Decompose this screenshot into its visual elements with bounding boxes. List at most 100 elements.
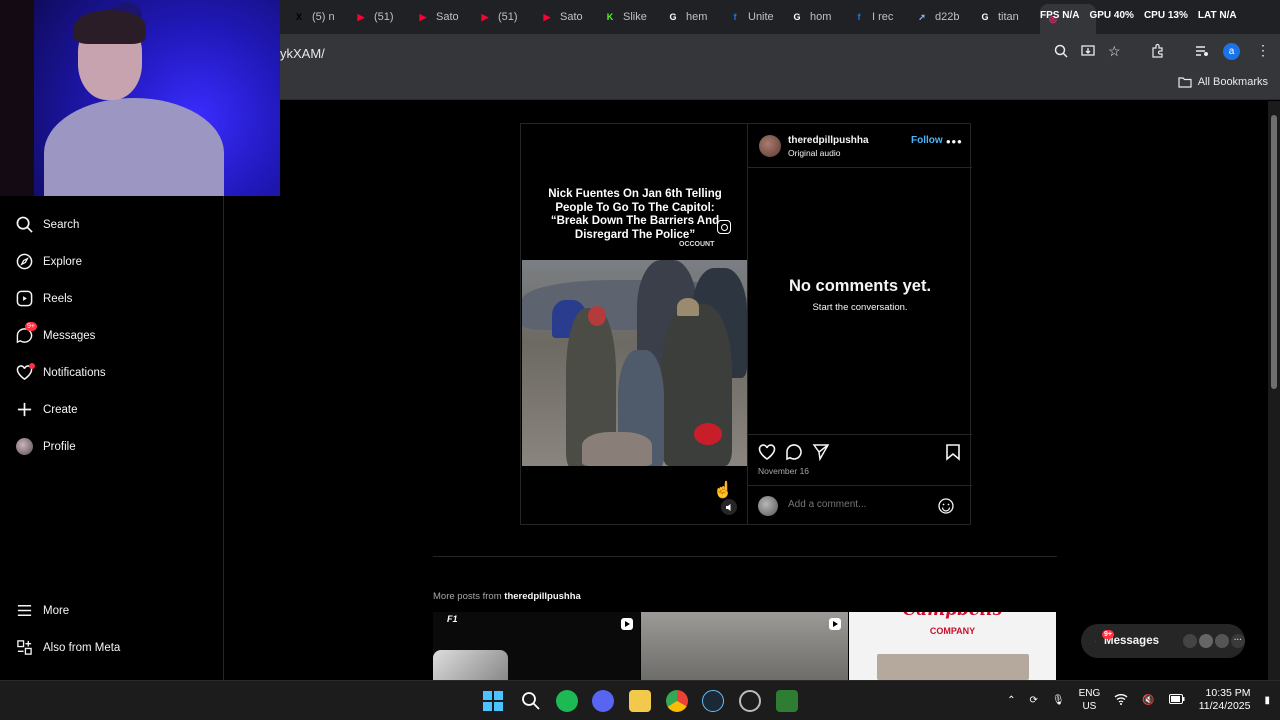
media-icon[interactable] — [1195, 44, 1209, 61]
post-header: theredpillpushha Original audio Follow •… — [748, 124, 972, 168]
all-bookmarks-button[interactable]: All Bookmarks — [1178, 76, 1268, 88]
compass-icon — [16, 253, 33, 270]
sidebar-item-reels[interactable]: Reels — [16, 290, 72, 307]
language-indicator[interactable]: ENG US — [1079, 687, 1101, 713]
browser-tab[interactable]: f I rec — [852, 6, 908, 28]
audio-label[interactable]: Original audio — [788, 148, 840, 158]
post-thumbnail[interactable]: Campbells COMPANY — [849, 612, 1056, 680]
browser-tab[interactable]: ▶ (51) — [354, 6, 410, 28]
file-explorer-icon[interactable] — [629, 690, 651, 712]
install-icon[interactable] — [1081, 44, 1095, 61]
follow-button[interactable]: Follow — [911, 135, 943, 146]
tab-label: d22b — [935, 11, 960, 23]
clock[interactable]: 10:35 PM 11/24/2025 — [1199, 687, 1251, 713]
mouse-cursor: ☝ — [713, 482, 733, 499]
facebook-icon: f — [857, 12, 861, 22]
plus-icon — [17, 402, 32, 417]
sidebar-item-more[interactable]: More — [16, 602, 69, 619]
video-frame — [522, 260, 747, 466]
mute-button[interactable] — [721, 499, 737, 515]
volume-muted-icon[interactable]: 🔇 — [1142, 695, 1154, 706]
app-icon[interactable] — [776, 690, 798, 712]
sidebar-item-notifications[interactable]: Notifications — [16, 363, 106, 381]
browser-tab[interactable]: X (5) n — [292, 6, 348, 28]
post-thumbnail[interactable]: F1 — [433, 612, 640, 680]
comment-icon[interactable] — [785, 443, 803, 461]
post-details-panel: theredpillpushha Original audio Follow •… — [747, 124, 972, 525]
like-icon[interactable] — [758, 443, 776, 461]
facebook-icon: f — [733, 12, 737, 22]
browser-tab[interactable]: ▶ Sato — [540, 6, 596, 28]
tab-label: Sato — [560, 11, 583, 23]
steam-icon[interactable] — [702, 690, 724, 712]
browser-tab[interactable]: Ghom — [790, 6, 846, 28]
more-posts-username[interactable]: theredpillpushha — [504, 591, 581, 602]
windows-taskbar: ⌃ ⟳ 🎙 ENG US 🔇 10:35 PM 11/24/2025 ▮ — [0, 680, 1280, 720]
start-conversation-text: Start the conversation. — [812, 302, 908, 313]
tab-label: (51) — [498, 11, 518, 23]
scrollbar-thumb[interactable] — [1271, 115, 1277, 389]
wifi-icon[interactable] — [1114, 693, 1128, 708]
video-caption-overlay: Nick Fuentes On Jan 6th Telling People T… — [548, 188, 722, 241]
chrome-icon[interactable] — [666, 690, 688, 712]
browser-tab[interactable]: ▶ Sato — [416, 6, 472, 28]
kebab-menu-icon[interactable]: ⋮ — [1256, 42, 1270, 59]
messages-badge: 9+ — [1102, 630, 1114, 639]
zoom-icon[interactable] — [1054, 44, 1068, 61]
tab-label: Unite — [748, 11, 774, 23]
browser-tab[interactable]: Gtitan — [978, 6, 1034, 28]
tab-label: (51) — [374, 11, 394, 23]
sidebar-item-profile[interactable]: Profile — [16, 438, 76, 455]
reel-video[interactable]: Nick Fuentes On Jan 6th Telling People T… — [521, 124, 747, 524]
messages-badge: 9+ — [25, 322, 37, 331]
post-thumbnail[interactable] — [641, 612, 848, 680]
bookmark-icon[interactable] — [944, 443, 962, 461]
sidebar-item-also-from-meta[interactable]: Also from Meta — [16, 639, 120, 656]
browser-tab[interactable]: f Unite — [728, 6, 784, 28]
sidebar-item-search[interactable]: Search — [16, 216, 79, 233]
instagram-sidebar: Search Explore Reels 9+ Messages Notific… — [0, 196, 224, 680]
post-username[interactable]: theredpillpushha — [788, 135, 869, 146]
arrow-icon: ➚ — [918, 11, 926, 22]
more-options-icon[interactable]: ••• — [946, 134, 963, 149]
profile-avatar[interactable]: a — [1223, 43, 1240, 60]
search-icon — [16, 216, 33, 233]
messages-pill-button[interactable]: 9+ Messages ··· — [1081, 624, 1245, 658]
sidebar-item-messages[interactable]: 9+ Messages — [16, 322, 95, 344]
more-posts-heading: More posts from theredpillpushha — [433, 591, 581, 602]
browser-tab[interactable]: ➚ d22b — [915, 6, 971, 28]
conversation-avatars: ··· — [1183, 634, 1245, 648]
battery-icon[interactable] — [1168, 693, 1185, 707]
windows-start-icon[interactable] — [482, 690, 504, 712]
comment-input[interactable] — [788, 499, 928, 510]
sidebar-item-explore[interactable]: Explore — [16, 253, 82, 270]
google-icon: G — [793, 12, 801, 22]
page-scrollbar[interactable] — [1268, 101, 1280, 680]
emoji-icon[interactable] — [938, 498, 954, 514]
chevron-up-icon[interactable]: ⌃ — [1007, 695, 1015, 706]
sidebar-item-create[interactable]: Create — [16, 401, 78, 418]
obs-icon[interactable] — [739, 690, 761, 712]
star-icon[interactable]: ☆ — [1108, 43, 1121, 60]
comment-bar — [748, 485, 972, 525]
share-icon[interactable] — [812, 443, 830, 461]
reel-icon — [829, 618, 841, 630]
browser-tab[interactable]: K Slike — [603, 6, 659, 28]
extensions-icon[interactable] — [1150, 43, 1165, 61]
tab-label: Slike — [623, 11, 647, 23]
discord-icon[interactable] — [592, 690, 614, 712]
sync-icon[interactable]: ⟳ — [1029, 695, 1037, 706]
microphone-icon[interactable]: 🎙 — [1052, 695, 1065, 706]
url-text[interactable]: ykXAM/ — [280, 46, 325, 61]
youtube-icon: ▶ — [419, 11, 427, 22]
browser-tab[interactable]: Ghem — [666, 6, 722, 28]
google-icon: G — [981, 12, 989, 22]
spotify-icon[interactable] — [556, 690, 578, 712]
notification-center-icon[interactable]: ▮ — [1264, 695, 1270, 706]
kick-icon: K — [606, 12, 614, 22]
browser-tab[interactable]: ▶ (51) — [478, 6, 534, 28]
performance-overlay: FPS N/A GPU 40% CPU 13% LAT N/A — [1040, 10, 1237, 21]
search-icon[interactable] — [520, 690, 542, 712]
tab-label: Sato — [436, 11, 459, 23]
avatar[interactable] — [759, 135, 781, 157]
